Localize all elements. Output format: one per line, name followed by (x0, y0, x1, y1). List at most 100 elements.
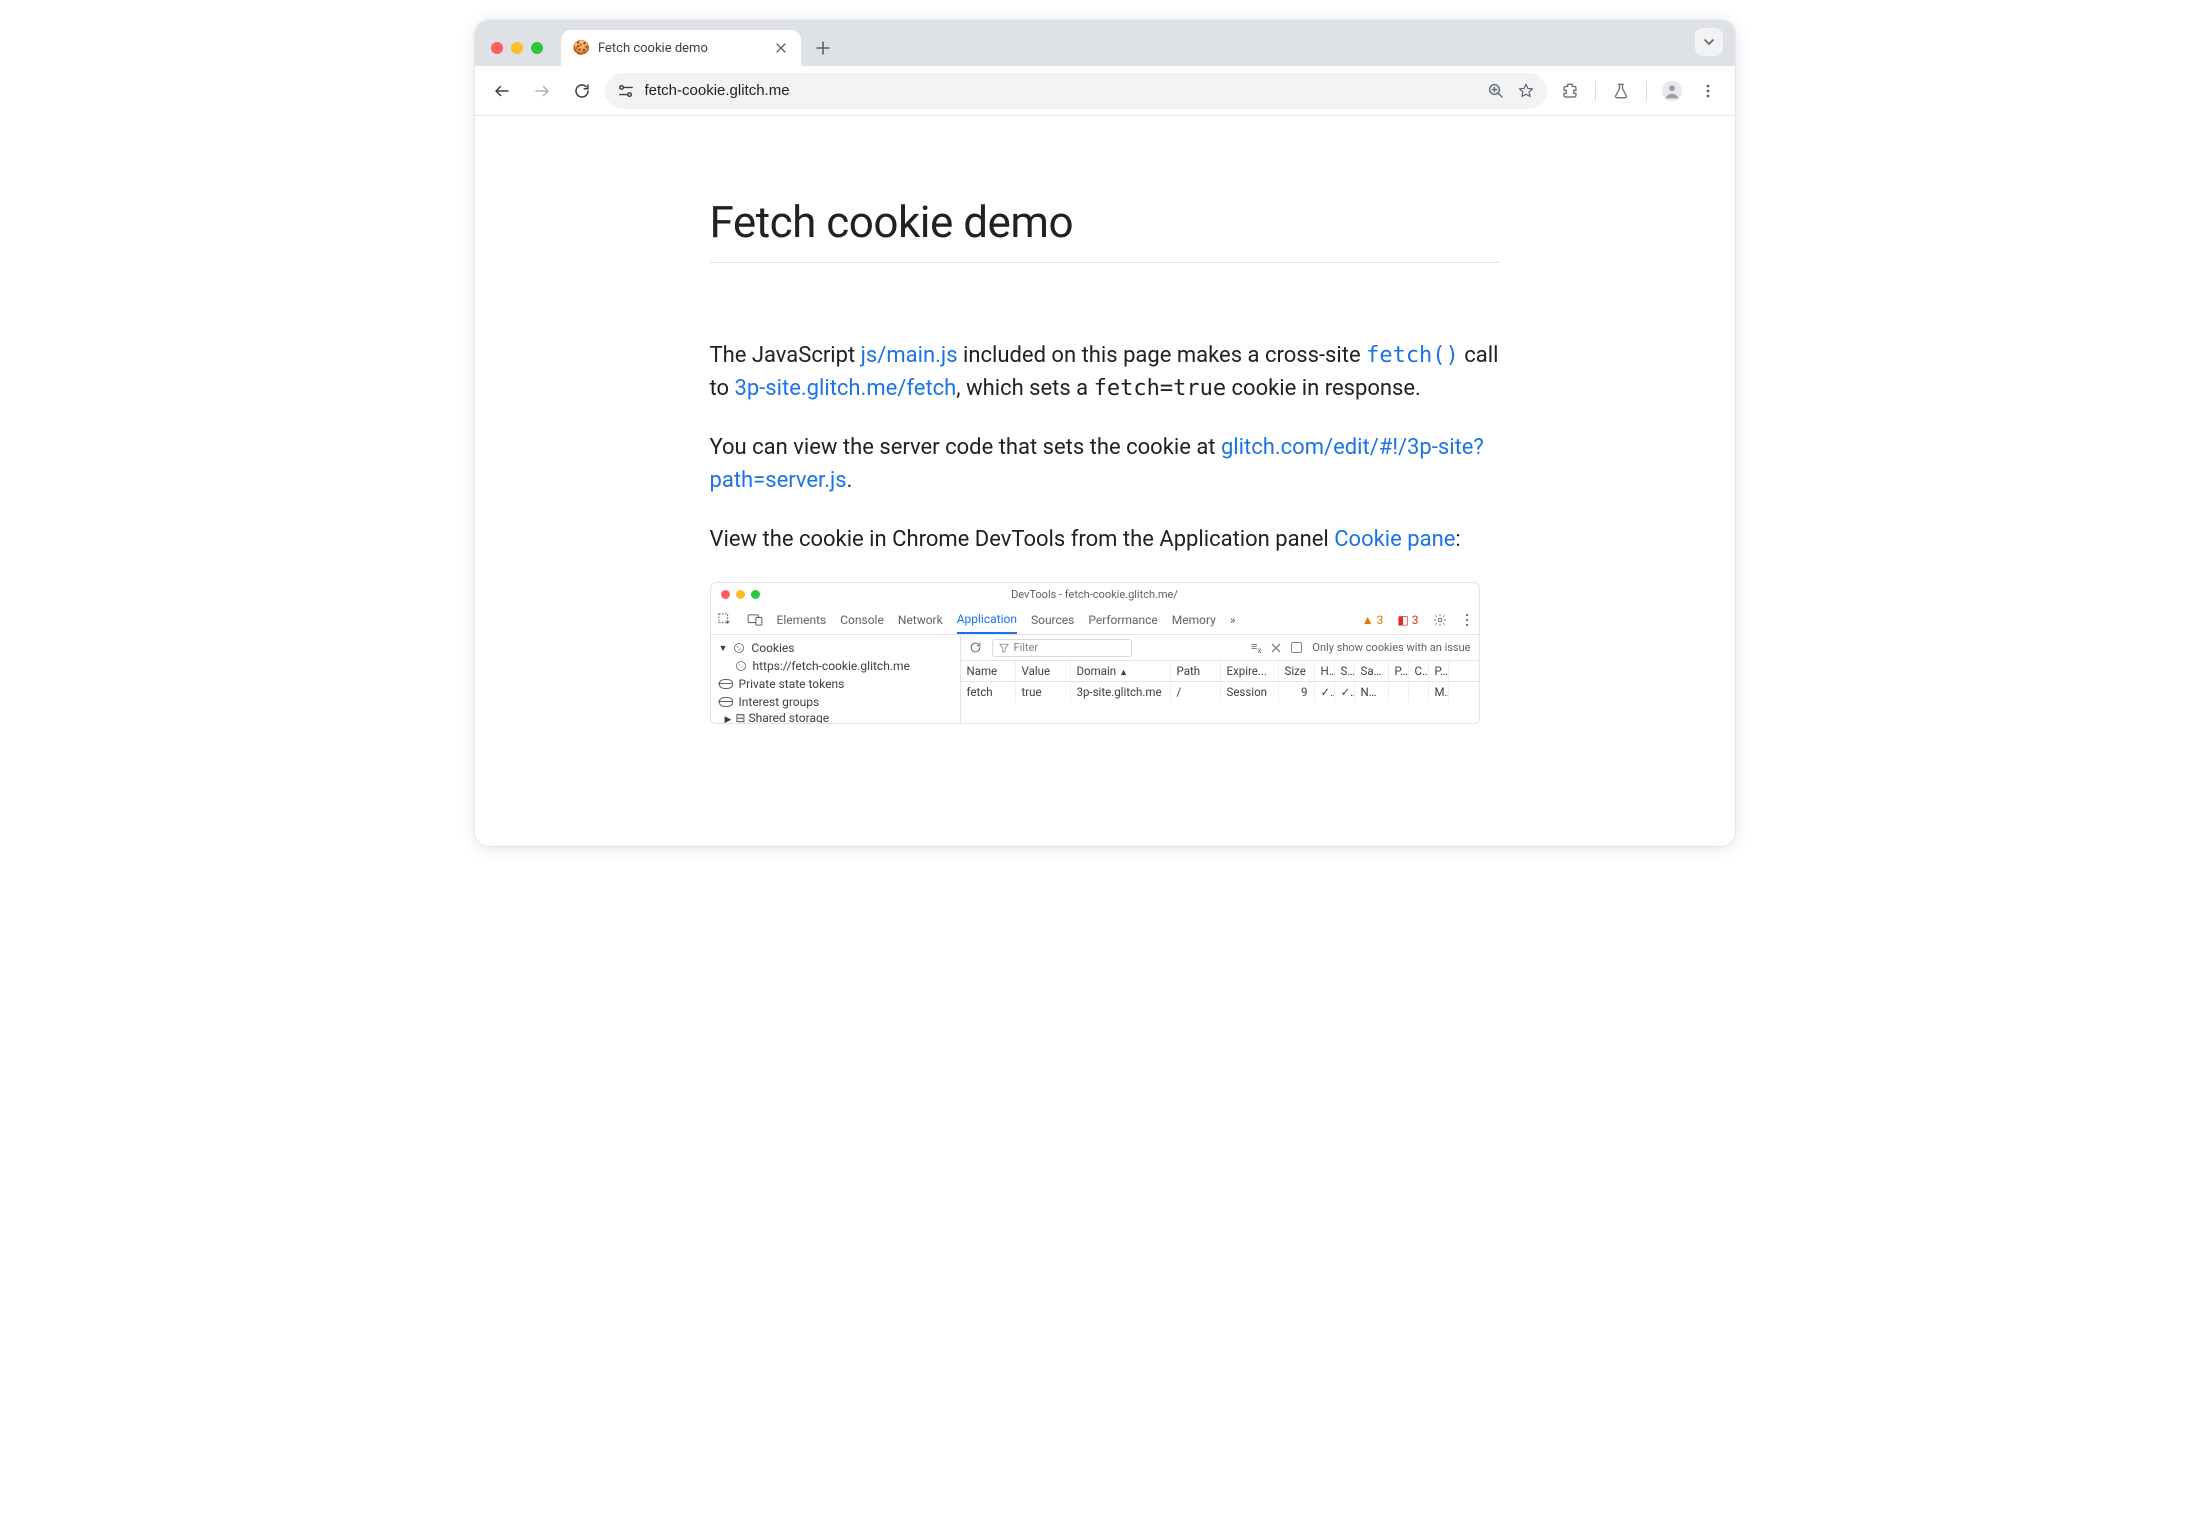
clear-filter-icon[interactable]: ≡x (1251, 640, 1261, 655)
tab-memory[interactable]: Memory (1172, 613, 1216, 627)
col-priority[interactable]: P. (1429, 661, 1449, 681)
devtools-title: DevTools - fetch-cookie.glitch.me/ (711, 588, 1479, 601)
window-controls (491, 42, 543, 54)
cookie-icon (735, 660, 747, 672)
gear-icon[interactable] (1433, 613, 1447, 627)
cookie-icon (733, 642, 745, 654)
sidebar-cookie-origin[interactable]: https://fetch-cookie.glitch.me (717, 657, 954, 675)
paragraph-3: View the cookie in Chrome DevTools from … (710, 523, 1500, 556)
back-button[interactable] (485, 74, 519, 108)
site-settings-icon[interactable] (617, 83, 635, 99)
link-fetch-code[interactable]: fetch() (1366, 343, 1459, 368)
warnings-badge[interactable]: ▲3 (1362, 613, 1384, 627)
zoom-icon[interactable] (1487, 82, 1505, 100)
code-cookie: fetch=true (1094, 376, 1226, 401)
cell-name: fetch (961, 682, 1016, 702)
placeholder: Filter (1014, 641, 1039, 654)
sidebar-pst[interactable]: Private state tokens (717, 675, 954, 693)
link-cookie-pane[interactable]: Cookie pane (1334, 527, 1455, 552)
filter-input[interactable]: Filter (992, 639, 1132, 657)
devtools-window: DevTools - fetch-cookie.glitch.me/ Eleme… (710, 582, 1480, 724)
col-crosssite[interactable]: C. (1409, 661, 1429, 681)
cell-secure: ✓ (1335, 682, 1355, 702)
col-httponly[interactable]: H. (1315, 661, 1335, 681)
more-tabs-icon[interactable]: » (1230, 613, 1236, 627)
col-samesite[interactable]: Sa... (1355, 661, 1389, 681)
minimize-window-button[interactable] (511, 42, 523, 54)
tab-strip: 🍪 Fetch cookie demo (475, 20, 1735, 66)
sidebar-interest-groups[interactable]: Interest groups (717, 693, 954, 711)
database-icon (719, 697, 733, 707)
devtools-tabbar: Elements Console Network Application Sou… (711, 605, 1479, 635)
link-js-main[interactable]: js/main.js (861, 343, 958, 368)
sidebar-cookies[interactable]: ▼ Cookies (717, 639, 954, 657)
chrome-menu-button[interactable] (1691, 74, 1725, 108)
maximize-window-button[interactable] (531, 42, 543, 54)
text: View the cookie in Chrome DevTools from … (710, 527, 1335, 552)
page-title: Fetch cookie demo (710, 196, 1500, 248)
tab-application[interactable]: Application (957, 612, 1017, 634)
devtools-sidebar: ▼ Cookies https://fetch-cookie.glitch.me… (711, 635, 961, 723)
cell-expires: Session (1221, 682, 1279, 702)
devtools-titlebar: DevTools - fetch-cookie.glitch.me/ (711, 583, 1479, 605)
reload-button[interactable] (565, 74, 599, 108)
profile-button[interactable] (1655, 74, 1689, 108)
text: included on this page makes a cross-site (958, 343, 1367, 368)
only-issue-label: Only show cookies with an issue (1312, 641, 1470, 654)
cookie-table: Name Value Domain▲ Path Expire... Size H… (961, 661, 1479, 702)
cell-domain: 3p-site.glitch.me (1071, 682, 1171, 702)
inspect-icon[interactable] (717, 613, 733, 627)
tab-network[interactable]: Network (898, 613, 943, 627)
cell-pk (1389, 682, 1409, 702)
label: Interest groups (739, 695, 820, 709)
device-icon[interactable] (747, 614, 763, 626)
tab-elements[interactable]: Elements (777, 613, 827, 627)
cell-httponly: ✓ (1315, 682, 1335, 702)
kebab-menu-icon[interactable] (1461, 613, 1473, 627)
only-issue-checkbox[interactable] (1291, 642, 1302, 653)
forward-button[interactable] (525, 74, 559, 108)
cookie-toolbar: Filter ≡x Only show cookies with an issu… (961, 635, 1479, 661)
clear-all-icon[interactable] (1271, 643, 1281, 653)
extensions-button[interactable] (1553, 74, 1587, 108)
text: , which sets a (956, 376, 1093, 401)
page-content: Fetch cookie demo The JavaScript js/main… (710, 196, 1500, 724)
cell-cross (1409, 682, 1429, 702)
tab-search-button[interactable] (1695, 28, 1723, 56)
text: cookie in response. (1226, 376, 1421, 401)
browser-window: 🍪 Fetch cookie demo (475, 20, 1735, 846)
link-3p-site[interactable]: 3p-site.glitch.me/fetch (735, 376, 957, 401)
col-secure[interactable]: S. (1335, 661, 1355, 681)
col-expires[interactable]: Expire... (1221, 661, 1279, 681)
toolbar-divider (1646, 81, 1647, 101)
address-bar[interactable] (605, 73, 1547, 109)
text: You can view the server code that sets t… (710, 435, 1221, 460)
col-value[interactable]: Value (1016, 661, 1071, 681)
text: The JavaScript (710, 343, 861, 368)
table-row[interactable]: fetch true 3p-site.glitch.me / Session 9… (961, 682, 1479, 702)
col-partitionkey[interactable]: P.. (1389, 661, 1409, 681)
tab-console[interactable]: Console (840, 613, 884, 627)
sidebar-shared-storage[interactable]: ▶⊟ Shared storage (717, 711, 954, 723)
tab-sources[interactable]: Sources (1031, 613, 1074, 627)
col-size[interactable]: Size (1279, 661, 1315, 681)
browser-tab[interactable]: 🍪 Fetch cookie demo (561, 30, 801, 66)
close-window-button[interactable] (491, 42, 503, 54)
tab-performance[interactable]: Performance (1088, 613, 1157, 627)
bookmark-star-icon[interactable] (1517, 82, 1535, 100)
col-domain[interactable]: Domain▲ (1071, 661, 1171, 681)
col-path[interactable]: Path (1171, 661, 1221, 681)
labs-button[interactable] (1604, 74, 1638, 108)
new-tab-button[interactable] (809, 34, 837, 62)
err-count: 3 (1412, 613, 1419, 627)
cell-priority: M.. (1429, 682, 1449, 702)
col-name[interactable]: Name (961, 661, 1016, 681)
text: . (847, 468, 853, 493)
errors-badge[interactable]: ◧3 (1397, 613, 1418, 627)
text: : (1455, 527, 1460, 552)
label: Private state tokens (739, 677, 845, 691)
url-input[interactable] (645, 82, 1477, 99)
browser-toolbar (475, 66, 1735, 116)
close-tab-button[interactable] (773, 40, 789, 56)
refresh-icon[interactable] (969, 641, 982, 654)
